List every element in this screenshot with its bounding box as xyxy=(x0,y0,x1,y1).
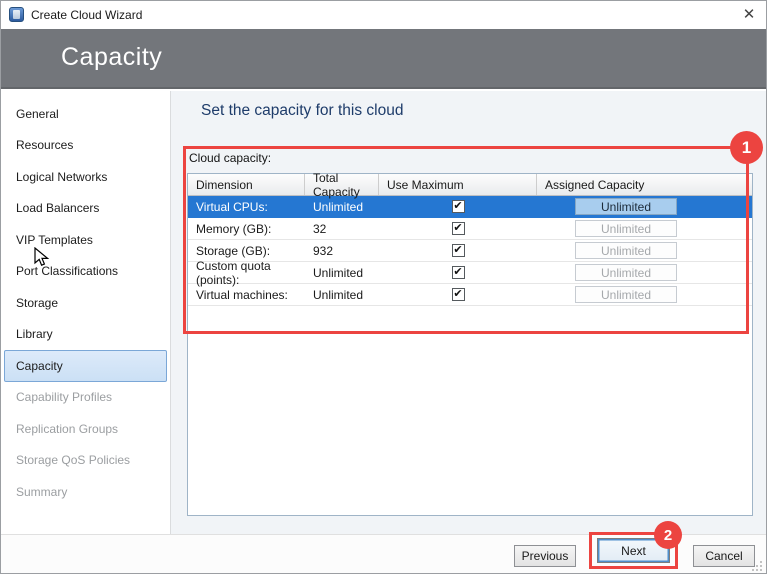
sidebar-item-label: Library xyxy=(16,327,53,341)
sidebar-item-label: Resources xyxy=(16,138,73,152)
page-heading: Set the capacity for this cloud xyxy=(201,102,403,120)
wizard-body: General Resources Logical Networks Load Bal… xyxy=(1,91,766,534)
sidebar-item-vip-templates[interactable]: VIP Templates xyxy=(4,224,167,256)
sidebar-item-storage[interactable]: Storage xyxy=(4,287,167,319)
mouse-cursor-icon xyxy=(34,247,51,269)
sidebar-item-logical-networks[interactable]: Logical Networks xyxy=(4,161,167,193)
sidebar-item-library[interactable]: Library xyxy=(4,319,167,351)
titlebar: Create Cloud Wizard ✕ xyxy=(1,1,766,29)
sidebar-item-label: VIP Templates xyxy=(16,233,93,247)
wizard-app-icon-glyph xyxy=(13,10,20,19)
sidebar-item-label: Capacity xyxy=(16,359,63,373)
cancel-button[interactable]: Cancel xyxy=(693,545,755,567)
wizard-footer: Previous Next 2 Cancel xyxy=(1,534,766,574)
wizard-steps-sidebar: General Resources Logical Networks Load Bal… xyxy=(1,91,171,534)
sidebar-item-resources[interactable]: Resources xyxy=(4,130,167,162)
sidebar-item-label: Load Balancers xyxy=(16,201,99,215)
create-cloud-wizard-window: Create Cloud Wizard ✕ Capacity General Re… xyxy=(0,0,767,574)
window-title: Create Cloud Wizard xyxy=(31,8,142,22)
sidebar-item-label: General xyxy=(16,107,59,121)
sidebar-item-label: Storage QoS Policies xyxy=(16,453,130,467)
sidebar-item-summary[interactable]: Summary xyxy=(4,476,167,508)
sidebar-item-replication-groups[interactable]: Replication Groups xyxy=(4,413,167,445)
annotation-step-1-badge: 1 xyxy=(730,131,763,164)
sidebar-item-label: Capability Profiles xyxy=(16,390,112,404)
capacity-page: Set the capacity for this cloud Cloud ca… xyxy=(171,91,766,534)
sidebar-item-capability-profiles[interactable]: Capability Profiles xyxy=(4,382,167,414)
sidebar-item-label: Logical Networks xyxy=(16,170,107,184)
sidebar-item-port-classifications[interactable]: Port Classifications xyxy=(4,256,167,288)
previous-button[interactable]: Previous xyxy=(514,545,576,567)
sidebar-item-load-balancers[interactable]: Load Balancers xyxy=(4,193,167,225)
sidebar-item-label: Port Classifications xyxy=(16,264,118,278)
page-title: Capacity xyxy=(61,43,162,72)
sidebar-item-label: Storage xyxy=(16,296,58,310)
sidebar-item-label: Replication Groups xyxy=(16,422,118,436)
sidebar-item-general[interactable]: General xyxy=(4,98,167,130)
close-icon[interactable]: ✕ xyxy=(736,5,762,25)
annotation-rect-1 xyxy=(183,146,749,334)
sidebar-item-label: Summary xyxy=(16,485,67,499)
sidebar-item-storage-qos-policies[interactable]: Storage QoS Policies xyxy=(4,445,167,477)
sidebar-item-capacity[interactable]: Capacity xyxy=(4,350,167,382)
wizard-page-header: Capacity xyxy=(1,29,766,89)
wizard-app-icon xyxy=(9,7,24,22)
resize-grip-icon[interactable] xyxy=(750,559,763,572)
annotation-step-2-badge: 2 xyxy=(654,521,682,549)
